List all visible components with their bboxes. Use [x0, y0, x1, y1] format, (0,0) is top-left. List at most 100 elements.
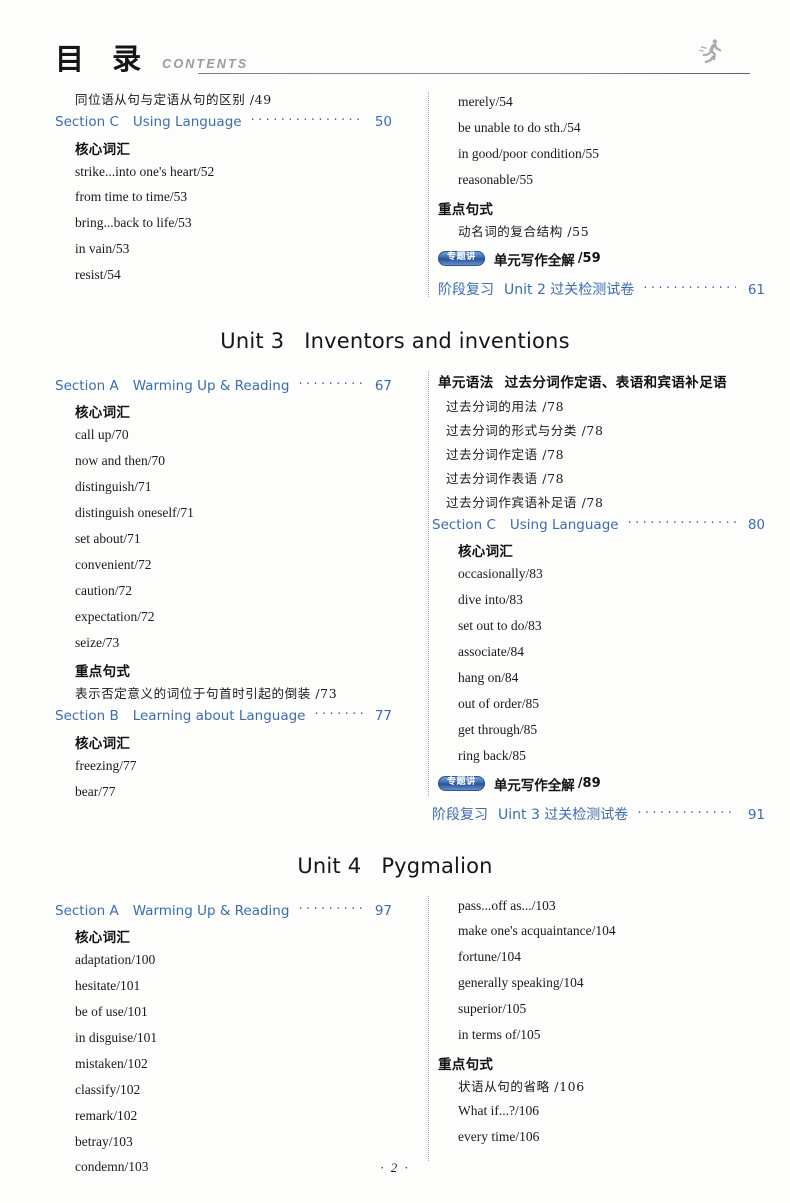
column-divider [428, 895, 430, 1161]
writing-guide-page: /59 [577, 251, 601, 267]
unit4-left-column: Section A Warming Up & Reading ·········… [55, 896, 410, 1186]
list-item: betray/103 [75, 1133, 133, 1149]
page-title-english: CONTENTS [162, 57, 249, 71]
section-header-using-language[interactable]: Section C Using Language ···············… [55, 114, 392, 130]
page-number: 77 [374, 708, 392, 725]
page-number: 97 [374, 902, 392, 919]
list-item: generally speaking/104 [458, 975, 584, 991]
section-label: Section C [55, 114, 119, 130]
leader-dots: ········································… [250, 114, 363, 127]
writing-guide-row[interactable]: 专题讲 单元写作全解 /89 [438, 774, 765, 794]
stage-review-row[interactable]: 阶段复习 Unit 2 过关检测试卷 ·····················… [438, 279, 765, 299]
list-item: reasonable/55 [458, 171, 533, 187]
unit4-columns: Section A Warming Up & Reading ·········… [55, 895, 762, 1186]
grammar-heading: 单元语法 过去分词作定语、表语和宾语补足语 [438, 371, 765, 391]
list-item: freezing/77 [75, 757, 137, 773]
list-item: bring...back to life/53 [75, 215, 192, 231]
top-right-column: merely/54 be unable to do sth./54 in goo… [410, 92, 765, 303]
writing-guide-row[interactable]: 专题讲 单元写作全解 /59 [438, 249, 765, 269]
grammar-title: 过去分词作定语、表语和宾语补足语 [504, 374, 728, 391]
leader-dots: ········································… [643, 280, 736, 296]
sentence-pattern-heading: 重点句式 [438, 1057, 494, 1074]
unit-title-3: Unit 3 Inventors and inventions [0, 329, 790, 353]
unit-name: Pygmalion [381, 853, 493, 878]
section-title: Warming Up & Reading [132, 377, 290, 394]
section-label: Section B [55, 708, 119, 725]
list-item: adaptation/100 [75, 952, 156, 968]
unit4-right-column: pass...off as.../103 make one's acquaint… [410, 896, 762, 1186]
unit3-left-column: Section A Warming Up & Reading ·········… [55, 371, 410, 828]
list-item: in terms of/105 [458, 1027, 541, 1043]
section-header-warming-up-reading[interactable]: Section A Warming Up & Reading ·········… [55, 377, 392, 394]
list-item: hesitate/101 [75, 977, 141, 993]
leader-dots: ········································… [298, 377, 363, 391]
section-label: Section A [55, 377, 119, 394]
list-item: hang on/84 [458, 669, 519, 685]
list-item: be of use/101 [75, 1003, 148, 1019]
list-item: in good/poor condition/55 [458, 145, 599, 161]
list-item: 状语从句的省略 /106 [458, 1079, 585, 1095]
list-item: in disguise/101 [75, 1029, 158, 1045]
list-item: ring back/85 [458, 747, 526, 763]
header-rule [198, 73, 750, 74]
top-columns: 同位语从句与定语从句的区别 /49 Section C Using Langua… [55, 92, 765, 303]
writing-guide-label: 单元写作全解 [493, 777, 575, 794]
list-item: caution/72 [75, 582, 132, 598]
section-header-learning-about-language[interactable]: Section B Learning about Language ······… [55, 708, 392, 725]
footer-page-number: · 2 · [380, 1160, 410, 1175]
list-item: 过去分词作表语 /78 [446, 470, 565, 486]
list-item: get through/85 [458, 721, 538, 737]
page-number: 67 [374, 377, 392, 394]
list-item: 动名词的复合结构 /55 [458, 223, 590, 239]
list-item: out of order/85 [458, 695, 539, 711]
list-item: superior/105 [458, 1001, 527, 1017]
topic-badge: 专题讲 [438, 251, 485, 266]
unit3-columns: Section A Warming Up & Reading ·········… [55, 370, 765, 828]
list-item: classify/102 [75, 1081, 141, 1097]
list-item: 同位语从句与定语从句的区别 /49 [75, 92, 272, 107]
unit-name: Inventors and inventions [304, 328, 570, 353]
list-item: 过去分词的形式与分类 /78 [446, 422, 604, 438]
page-number: 91 [747, 806, 765, 823]
list-item: distinguish oneself/71 [75, 504, 194, 520]
section-title: Using Language [132, 114, 242, 130]
stage-review-title: Unit 2 过关检测试卷 [504, 281, 635, 298]
contents-page: 目 录 CONTENTS 同位语从句与定语从句的区别 /49 Section C… [0, 30, 790, 1203]
page-number: 61 [747, 281, 765, 298]
page-number: 50 [374, 114, 392, 130]
list-item: in vain/53 [75, 241, 130, 257]
list-item: set about/71 [75, 530, 141, 546]
list-item: call up/70 [75, 427, 129, 443]
leader-dots: ········································… [627, 516, 736, 530]
column-divider [428, 370, 430, 796]
list-item: 过去分词的用法 /78 [446, 398, 565, 414]
vocab-heading: 核心词汇 [75, 405, 131, 422]
list-item: dive into/83 [458, 592, 523, 608]
list-item: resist/54 [75, 267, 121, 283]
section-title: Warming Up & Reading [132, 902, 290, 919]
list-item: 表示否定意义的词位于句首时引起的倒装 /73 [75, 686, 338, 702]
section-label: Section A [55, 902, 119, 919]
running-figure-icon [699, 39, 722, 64]
section-header-warming-up-reading[interactable]: Section A Warming Up & Reading ·········… [55, 902, 392, 919]
section-title: Using Language [509, 516, 619, 533]
list-item: associate/84 [458, 643, 524, 659]
unit-number: Unit 3 [220, 328, 285, 353]
stage-review-row[interactable]: 阶段复习 Uint 3 过关检测试卷 ·····················… [432, 804, 765, 824]
stage-review-label: 阶段复习 [432, 806, 488, 823]
leader-dots: ········································… [637, 805, 736, 821]
page-title: 目 录 [55, 42, 151, 76]
list-item: convenient/72 [75, 556, 152, 572]
unit-title-4: Unit 4 Pygmalion [0, 854, 790, 878]
list-item: bear/77 [75, 783, 116, 799]
section-header-using-language[interactable]: Section C Using Language ···············… [432, 516, 765, 533]
top-left-column: 同位语从句与定语从句的区别 /49 Section C Using Langua… [55, 92, 410, 303]
topic-badge: 专题讲 [438, 776, 485, 791]
writing-guide-page: /89 [577, 776, 601, 792]
list-item: pass...off as.../103 [458, 897, 556, 913]
vocab-heading: 核心词汇 [75, 930, 131, 947]
list-item: merely/54 [458, 94, 513, 109]
leader-dots: ········································… [298, 902, 363, 916]
list-item: seize/73 [75, 634, 120, 650]
list-item: from time to time/53 [75, 189, 188, 205]
